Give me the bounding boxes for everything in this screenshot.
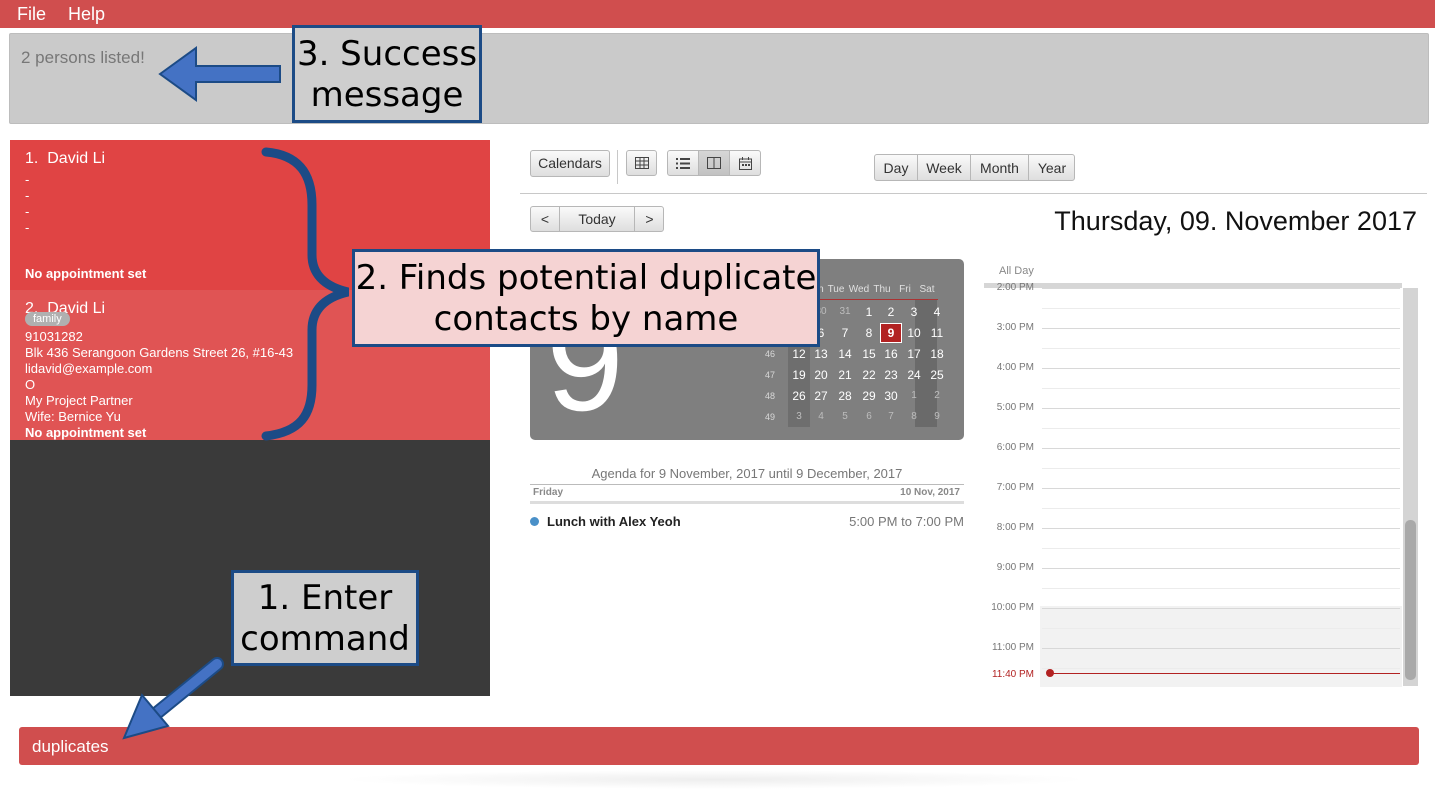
annotation-overlay <box>122 46 350 740</box>
duplicates-callout: 2. Finds potential duplicate contacts by… <box>352 249 820 347</box>
enter-command-callout: 1. Enter command <box>231 570 419 666</box>
success-callout: 3. Success message <box>292 25 482 123</box>
arrow-down-left-icon <box>122 657 224 740</box>
arrow-left-icon <box>158 46 281 102</box>
brace-icon <box>261 147 350 441</box>
